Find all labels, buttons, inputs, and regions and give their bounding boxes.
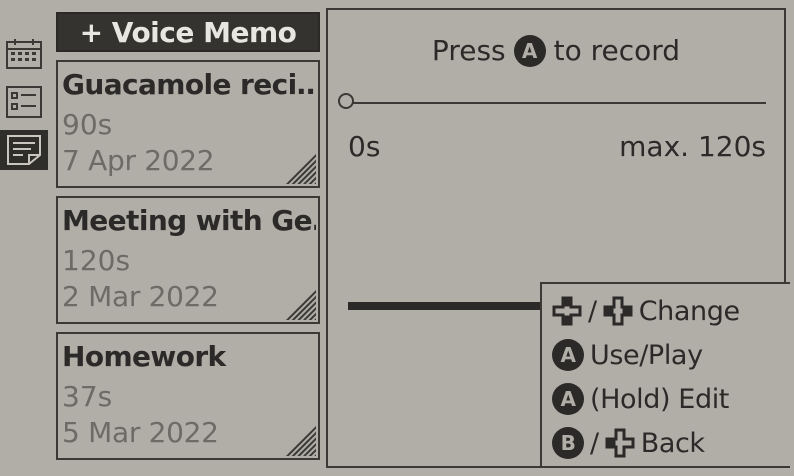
checklist-icon[interactable] [0,82,48,122]
legend-text: (Hold) Edit [590,383,729,415]
page-curl-icon [284,152,316,184]
legend-text: Back [640,427,705,459]
record-prompt: Press A to record [328,34,784,67]
a-button-icon: A [552,339,584,371]
b-button-icon: B [552,427,584,459]
a-button-icon: A [513,34,546,67]
legend-text: Change [638,295,740,327]
calendar-icon[interactable] [0,34,48,74]
legend-row-use-play: A Use/Play [552,336,703,374]
dpad-vertical-icon [552,296,582,326]
voice-memo-screen: + Voice Memo Guacamole reci… 90s 7 Apr 2… [0,0,794,476]
app-rail [0,0,50,476]
legend-row-hold-edit: A (Hold) Edit [552,380,729,418]
dpad-left-icon [605,428,635,458]
prompt-text-after: to record [553,34,681,67]
memo-title: Homework [62,340,226,373]
page-curl-icon [284,424,316,456]
timeline-track[interactable] [348,102,766,104]
legend-row-back: B / Back [552,424,705,462]
timeline-handle[interactable] [338,93,354,109]
memo-note-icon[interactable] [0,130,48,170]
memo-title: Meeting with Ge… [62,204,316,237]
slash-separator: / [588,295,597,327]
new-voice-memo-button[interactable]: + Voice Memo [56,12,320,52]
legend-text: Use/Play [590,339,703,371]
audio-level-bar [348,302,548,310]
page-curl-icon [284,288,316,320]
memo-date: 7 Apr 2022 [62,144,215,177]
memo-duration: 90s [62,108,113,141]
memo-list-item[interactable]: Homework 37s 5 Mar 2022 [56,332,320,460]
memo-date: 2 Mar 2022 [62,280,219,313]
memo-duration: 120s [62,244,131,277]
a-button-icon: A [552,383,584,415]
legend-row-change: / Change [552,292,740,330]
memo-list-item[interactable]: Guacamole reci… 90s 7 Apr 2022 [56,60,320,188]
memo-date: 5 Mar 2022 [62,416,219,449]
prompt-text-before: Press [431,34,506,67]
slash-separator: / [590,427,599,459]
memo-title: Guacamole reci… [62,68,316,101]
time-start-label: 0s [348,130,381,163]
memo-list-item[interactable]: Meeting with Ge… 120s 2 Mar 2022 [56,196,320,324]
memo-duration: 37s [62,380,113,413]
controls-legend: / Change A Use/Play A (Hold) Edit B / Ba… [540,282,790,468]
dpad-horizontal-icon [603,296,633,326]
memo-list: + Voice Memo Guacamole reci… 90s 7 Apr 2… [50,0,326,476]
time-max-label: max. 120s [619,130,766,163]
